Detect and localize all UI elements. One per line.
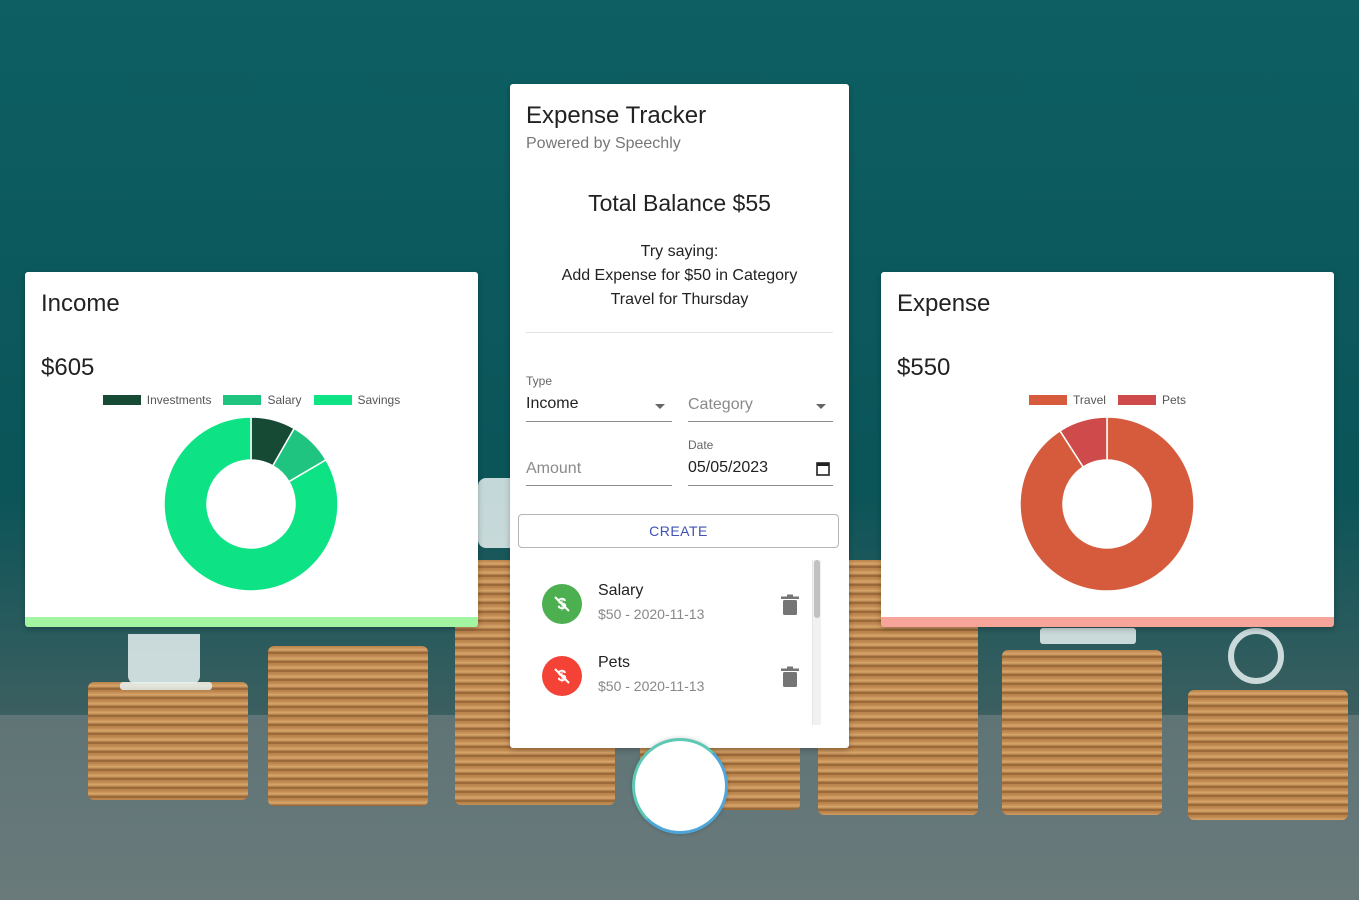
income-legend-item[interactable]: Salary (223, 393, 302, 407)
list-item: $ Salary $50 - 2020-11-13 (518, 576, 808, 636)
expense-tracker-card: Expense Tracker Powered by Speechly Tota… (510, 84, 849, 748)
amount-input[interactable]: Amount (526, 454, 672, 486)
app-subtitle: Powered by Speechly (526, 135, 681, 152)
income-legend-item[interactable]: Savings (313, 393, 401, 407)
income-legend-label: Salary (267, 393, 302, 407)
transaction-list: $ Salary $50 - 2020-11-13 $ Pets $50 - 2… (518, 560, 839, 725)
income-title: Income (41, 290, 120, 317)
expense-legend: Travel Pets (881, 393, 1334, 407)
calendar-icon[interactable] (816, 461, 830, 476)
income-card: Income $605 Investments Salary Savings (25, 272, 478, 627)
push-to-talk-button[interactable] (632, 738, 728, 834)
hint-line: Travel for Thursday (610, 291, 749, 308)
income-legend-item[interactable]: Investments (102, 393, 212, 407)
voice-hint: Try saying: Add Expense for $50 in Categ… (510, 240, 849, 312)
date-input[interactable]: 05/05/2023 (688, 454, 833, 486)
coin-stack (268, 646, 428, 806)
expense-donut-chart (1019, 416, 1195, 592)
delete-icon[interactable] (780, 594, 800, 616)
keyboard-icon (1040, 628, 1136, 644)
coin-stack (1188, 690, 1348, 820)
hint-line: Try saying: (640, 243, 719, 260)
delete-icon[interactable] (780, 666, 800, 688)
amount-placeholder: Amount (526, 460, 582, 477)
saucer-icon (120, 682, 212, 690)
date-label: Date (688, 438, 714, 452)
expense-legend-label: Travel (1073, 393, 1106, 407)
create-button[interactable]: CREATE (518, 514, 839, 548)
divider (526, 332, 833, 333)
list-item: $ Pets $50 - 2020-11-13 (518, 648, 808, 708)
chevron-down-icon (816, 404, 826, 409)
transaction-name: Pets (598, 654, 631, 671)
expense-dollar-icon: $ (542, 656, 582, 696)
coffee-cup-icon (128, 634, 200, 684)
scrollbar-thumb[interactable] (814, 560, 820, 618)
expense-legend-swatch (1029, 395, 1068, 405)
category-select[interactable]: Category (688, 390, 833, 422)
income-legend-label: Investments (146, 393, 212, 407)
date-value: 05/05/2023 (688, 459, 769, 476)
type-label: Type (526, 374, 553, 388)
income-donut-chart (163, 416, 339, 592)
expense-legend-item[interactable]: Pets (1117, 393, 1186, 407)
coin-stack (1002, 650, 1162, 815)
chevron-down-icon (655, 404, 665, 409)
coin-stack (88, 682, 248, 800)
category-placeholder: Category (688, 396, 753, 413)
expense-legend-label: Pets (1161, 393, 1186, 407)
expense-title: Expense (897, 290, 991, 317)
transaction-detail: $50 - 2020-11-13 (598, 606, 705, 622)
expense-legend-swatch (1117, 395, 1156, 405)
total-balance: Total Balance $55 (588, 190, 771, 216)
type-value: Income (526, 395, 579, 412)
app-title: Expense Tracker (526, 102, 707, 129)
type-select[interactable]: Income (526, 390, 672, 422)
income-dollar-icon: $ (542, 584, 582, 624)
income-legend-swatch (102, 395, 141, 405)
hint-line: Add Expense for $50 in Category (561, 267, 798, 284)
income-legend: Investments Salary Savings (25, 393, 478, 407)
money-off-icon: $ (554, 596, 570, 613)
expense-card: Expense $550 Travel Pets (881, 272, 1334, 627)
income-legend-swatch (313, 395, 352, 405)
expense-legend-item[interactable]: Travel (1029, 393, 1106, 407)
money-off-icon: $ (554, 668, 570, 685)
transaction-name: Salary (598, 582, 644, 599)
magnifier-icon (1228, 628, 1284, 684)
income-amount: $605 (41, 354, 95, 381)
expense-amount: $550 (897, 354, 951, 381)
transaction-detail: $50 - 2020-11-13 (598, 678, 705, 694)
list-scrollbar[interactable] (812, 560, 821, 725)
income-legend-label: Savings (357, 393, 401, 407)
income-legend-swatch (223, 395, 262, 405)
